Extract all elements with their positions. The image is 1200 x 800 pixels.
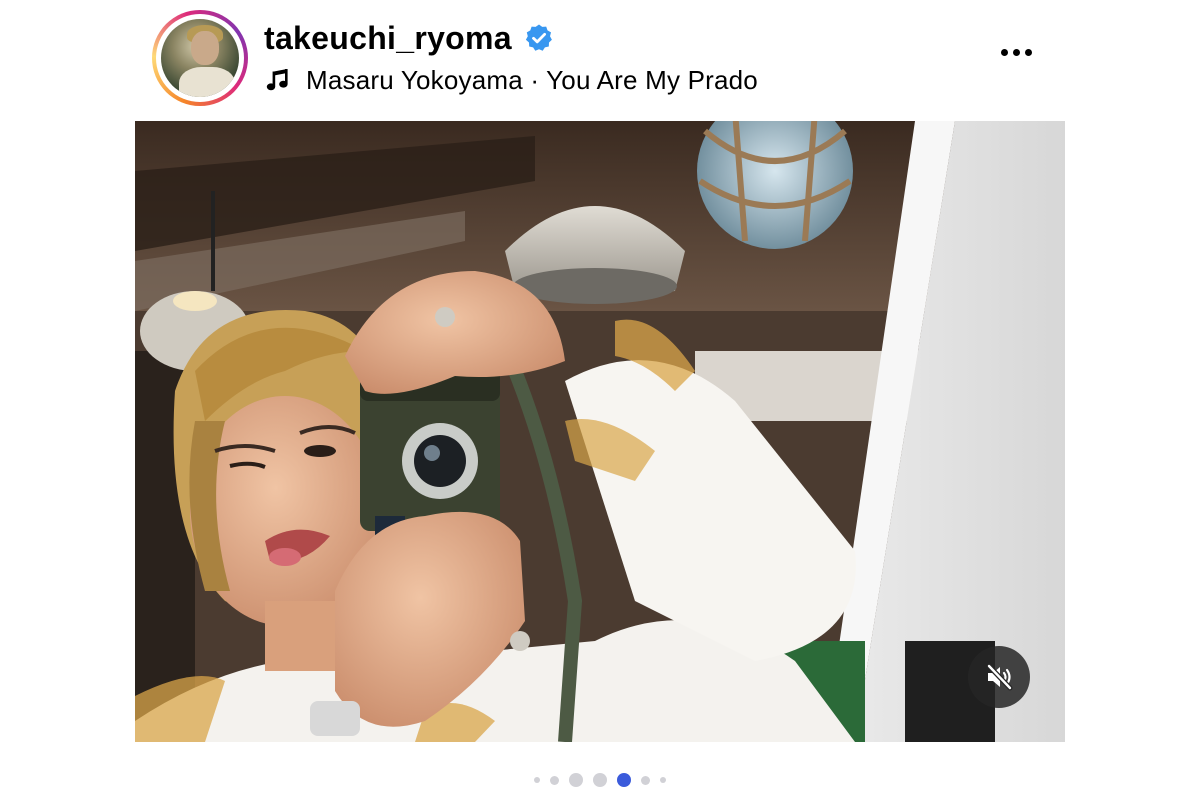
username-row: takeuchi_ryoma xyxy=(264,18,554,58)
carousel-dot xyxy=(550,775,559,785)
carousel-dot xyxy=(593,773,607,787)
music-attribution[interactable]: Masaru Yokoyama · You Are My Prado xyxy=(306,65,758,96)
carousel-dot-active xyxy=(617,773,631,787)
sound-off-icon xyxy=(986,663,1013,691)
music-note-icon xyxy=(264,66,292,94)
music-row[interactable]: Masaru Yokoyama · You Are My Prado xyxy=(264,62,758,98)
photo-illustration xyxy=(135,121,1065,742)
more-options-icon xyxy=(1000,48,1008,56)
story-ring[interactable] xyxy=(152,10,248,106)
verified-badge-icon xyxy=(524,23,554,53)
carousel-indicator xyxy=(0,768,1200,792)
carousel-dot xyxy=(534,777,540,783)
username-link[interactable]: takeuchi_ryoma xyxy=(264,20,512,57)
avatar[interactable] xyxy=(161,19,239,97)
carousel-dot xyxy=(569,773,583,787)
post-header: takeuchi_ryoma Masaru Yokoyama · You Are… xyxy=(150,8,1050,108)
more-options-button[interactable] xyxy=(990,32,1042,72)
post-photo[interactable] xyxy=(135,121,1065,742)
carousel-dot xyxy=(660,777,666,783)
carousel-dot xyxy=(641,775,650,785)
mute-toggle-button[interactable] xyxy=(968,646,1030,708)
